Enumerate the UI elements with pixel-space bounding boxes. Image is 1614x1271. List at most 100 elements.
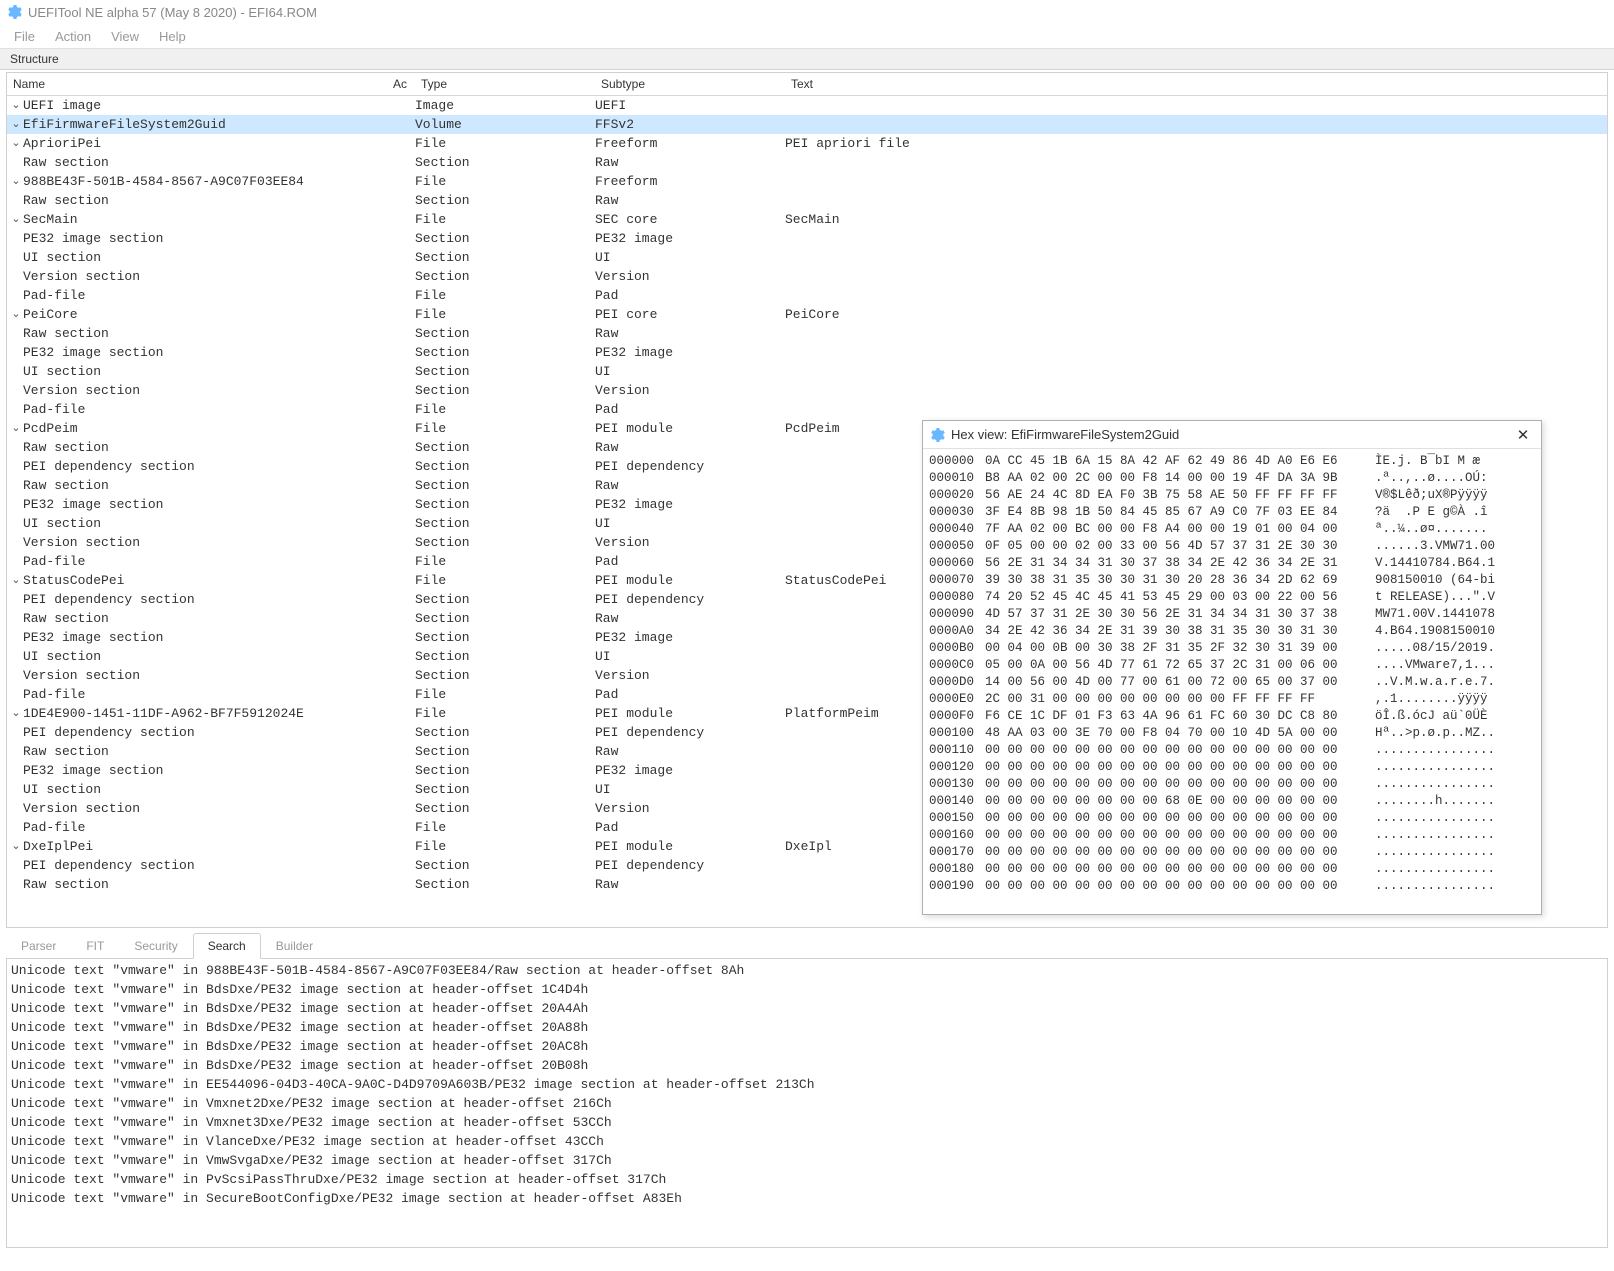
- hex-row[interactable]: 0000E02C 00 31 00 00 00 00 00 00 00 00 F…: [929, 691, 1535, 708]
- col-ac[interactable]: Ac: [387, 73, 415, 95]
- hex-row[interactable]: 0000F0F6 CE 1C DF 01 F3 63 4A 96 61 FC 6…: [929, 708, 1535, 725]
- bottom-tabs: Parser FIT Security Search Builder: [6, 932, 1608, 958]
- chevron-down-icon[interactable]: ⌄: [11, 837, 21, 856]
- chevron-down-icon[interactable]: ⌄: [11, 96, 21, 115]
- chevron-down-icon[interactable]: ⌄: [11, 115, 21, 134]
- tree-node-subtype: PE32 image: [595, 229, 785, 248]
- chevron-down-icon[interactable]: ⌄: [11, 134, 21, 153]
- hex-row[interactable]: 00013000 00 00 00 00 00 00 00 00 00 00 0…: [929, 776, 1535, 793]
- tree-node-name: Raw section: [23, 742, 109, 761]
- search-result-line[interactable]: Unicode text "vmware" in 988BE43F-501B-4…: [11, 961, 1603, 980]
- col-text[interactable]: Text: [785, 73, 1607, 95]
- hex-row[interactable]: 00019000 00 00 00 00 00 00 00 00 00 00 0…: [929, 878, 1535, 895]
- hex-row[interactable]: 00002056 AE 24 4C 8D EA F0 3B 75 58 AE 5…: [929, 487, 1535, 504]
- search-result-line[interactable]: Unicode text "vmware" in BdsDxe/PE32 ima…: [11, 1037, 1603, 1056]
- tree-row[interactable]: Raw sectionSectionRaw: [7, 153, 1607, 172]
- hex-row[interactable]: 0000C005 00 0A 00 56 4D 77 61 72 65 37 2…: [929, 657, 1535, 674]
- hex-row[interactable]: 00007039 30 38 31 35 30 30 31 30 20 28 3…: [929, 572, 1535, 589]
- tree-row[interactable]: Version sectionSectionVersion: [7, 381, 1607, 400]
- search-result-line[interactable]: Unicode text "vmware" in VmwSvgaDxe/PE32…: [11, 1151, 1603, 1170]
- tree-row[interactable]: UI sectionSectionUI: [7, 248, 1607, 267]
- hex-row[interactable]: 00014000 00 00 00 00 00 00 00 68 0E 00 0…: [929, 793, 1535, 810]
- tree-node-type: File: [415, 286, 595, 305]
- hex-view-window[interactable]: Hex view: EfiFirmwareFileSystem2Guid ✕ 0…: [922, 420, 1542, 915]
- hex-row[interactable]: 0000A034 2E 42 36 34 2E 31 39 30 38 31 3…: [929, 623, 1535, 640]
- hex-row[interactable]: 0000500F 05 00 00 02 00 33 00 56 4D 57 3…: [929, 538, 1535, 555]
- col-name[interactable]: Name: [7, 73, 387, 95]
- hex-row[interactable]: 00016000 00 00 00 00 00 00 00 00 00 00 0…: [929, 827, 1535, 844]
- search-result-line[interactable]: Unicode text "vmware" in BdsDxe/PE32 ima…: [11, 999, 1603, 1018]
- tree-row[interactable]: Raw sectionSectionRaw: [7, 324, 1607, 343]
- menu-help[interactable]: Help: [149, 27, 196, 46]
- chevron-down-icon[interactable]: ⌄: [11, 704, 21, 723]
- hex-row[interactable]: 0000D014 00 56 00 4D 00 77 00 61 00 72 0…: [929, 674, 1535, 691]
- col-type[interactable]: Type: [415, 73, 595, 95]
- close-icon[interactable]: ✕: [1511, 425, 1535, 445]
- hex-row[interactable]: 0000000A CC 45 1B 6A 15 8A 42 AF 62 49 8…: [929, 453, 1535, 470]
- tree-node-name: Version section: [23, 267, 140, 286]
- tab-parser[interactable]: Parser: [6, 933, 71, 958]
- tree-node-type: File: [415, 818, 595, 837]
- menu-view[interactable]: View: [101, 27, 149, 46]
- hex-row[interactable]: 00010048 AA 03 00 3E 70 00 F8 04 70 00 1…: [929, 725, 1535, 742]
- tab-fit[interactable]: FIT: [71, 933, 119, 958]
- hex-row[interactable]: 00018000 00 00 00 00 00 00 00 00 00 00 0…: [929, 861, 1535, 878]
- chevron-down-icon[interactable]: ⌄: [11, 172, 21, 191]
- search-result-line[interactable]: Unicode text "vmware" in EE544096-04D3-4…: [11, 1075, 1603, 1094]
- col-subtype[interactable]: Subtype: [595, 73, 785, 95]
- tree-node-subtype: Raw: [595, 191, 785, 210]
- hex-view-body[interactable]: 0000000A CC 45 1B 6A 15 8A 42 AF 62 49 8…: [923, 449, 1541, 914]
- tree-row[interactable]: ⌄UEFI imageImageUEFI: [7, 96, 1607, 115]
- hex-view-titlebar[interactable]: Hex view: EfiFirmwareFileSystem2Guid ✕: [923, 421, 1541, 449]
- tree-node-name: PE32 image section: [23, 229, 163, 248]
- search-result-line[interactable]: Unicode text "vmware" in BdsDxe/PE32 ima…: [11, 1018, 1603, 1037]
- tree-node-type: Section: [415, 875, 595, 894]
- tree-node-name: AprioriPei: [23, 134, 101, 153]
- search-result-line[interactable]: Unicode text "vmware" in BdsDxe/PE32 ima…: [11, 980, 1603, 999]
- search-result-line[interactable]: Unicode text "vmware" in VlanceDxe/PE32 …: [11, 1132, 1603, 1151]
- tree-row[interactable]: PE32 image sectionSectionPE32 image: [7, 229, 1607, 248]
- tree-row[interactable]: Pad-fileFilePad: [7, 400, 1607, 419]
- tab-search[interactable]: Search: [193, 933, 261, 959]
- hex-row[interactable]: 0000303F E4 8B 98 1B 50 84 45 85 67 A9 C…: [929, 504, 1535, 521]
- tree-node-subtype: Freeform: [595, 134, 785, 153]
- hex-row[interactable]: 000010B8 AA 02 00 2C 00 00 F8 14 00 00 1…: [929, 470, 1535, 487]
- tree-node-name: Raw section: [23, 153, 109, 172]
- chevron-down-icon[interactable]: ⌄: [11, 210, 21, 229]
- hex-row[interactable]: 0000407F AA 02 00 BC 00 00 F8 A4 00 00 1…: [929, 521, 1535, 538]
- tree-row[interactable]: Raw sectionSectionRaw: [7, 191, 1607, 210]
- tab-builder[interactable]: Builder: [261, 933, 328, 958]
- search-result-line[interactable]: Unicode text "vmware" in BdsDxe/PE32 ima…: [11, 1056, 1603, 1075]
- hex-row[interactable]: 0000904D 57 37 31 2E 30 30 56 2E 31 34 3…: [929, 606, 1535, 623]
- tree-node-subtype: UI: [595, 780, 785, 799]
- tree-row[interactable]: ⌄EfiFirmwareFileSystem2GuidVolumeFFSv2: [7, 115, 1607, 134]
- search-result-line[interactable]: Unicode text "vmware" in PvScsiPassThruD…: [11, 1170, 1603, 1189]
- hex-row[interactable]: 00011000 00 00 00 00 00 00 00 00 00 00 0…: [929, 742, 1535, 759]
- tree-row[interactable]: UI sectionSectionUI: [7, 362, 1607, 381]
- tree-row[interactable]: ⌄PeiCoreFilePEI corePeiCore: [7, 305, 1607, 324]
- tree-row[interactable]: ⌄988BE43F-501B-4584-8567-A9C07F03EE84Fil…: [7, 172, 1607, 191]
- tab-security[interactable]: Security: [119, 933, 192, 958]
- tree-node-type: File: [415, 837, 595, 856]
- chevron-down-icon[interactable]: ⌄: [11, 571, 21, 590]
- hex-row[interactable]: 00006056 2E 31 34 34 31 30 37 38 34 2E 4…: [929, 555, 1535, 572]
- hex-row[interactable]: 0000B000 04 00 0B 00 30 38 2F 31 35 2F 3…: [929, 640, 1535, 657]
- hex-row[interactable]: 00008074 20 52 45 4C 45 41 53 45 29 00 0…: [929, 589, 1535, 606]
- menu-file[interactable]: File: [4, 27, 45, 46]
- tree-row[interactable]: Pad-fileFilePad: [7, 286, 1607, 305]
- search-result-line[interactable]: Unicode text "vmware" in Vmxnet2Dxe/PE32…: [11, 1094, 1603, 1113]
- tree-row[interactable]: ⌄SecMainFileSEC coreSecMain: [7, 210, 1607, 229]
- chevron-down-icon[interactable]: ⌄: [11, 305, 21, 324]
- hex-row[interactable]: 00012000 00 00 00 00 00 00 00 00 00 00 0…: [929, 759, 1535, 776]
- tree-row[interactable]: PE32 image sectionSectionPE32 image: [7, 343, 1607, 362]
- search-result-line[interactable]: Unicode text "vmware" in Vmxnet3Dxe/PE32…: [11, 1113, 1603, 1132]
- tree-row[interactable]: ⌄AprioriPeiFileFreeformPEI apriori file: [7, 134, 1607, 153]
- chevron-down-icon[interactable]: ⌄: [11, 419, 21, 438]
- hex-row[interactable]: 00017000 00 00 00 00 00 00 00 00 00 00 0…: [929, 844, 1535, 861]
- tree-row[interactable]: Version sectionSectionVersion: [7, 267, 1607, 286]
- menu-action[interactable]: Action: [45, 27, 101, 46]
- hex-row[interactable]: 00015000 00 00 00 00 00 00 00 00 00 00 0…: [929, 810, 1535, 827]
- tree-node-subtype: PE32 image: [595, 761, 785, 780]
- search-result-line[interactable]: Unicode text "vmware" in SecureBootConfi…: [11, 1189, 1603, 1208]
- search-results[interactable]: Unicode text "vmware" in 988BE43F-501B-4…: [6, 958, 1608, 1248]
